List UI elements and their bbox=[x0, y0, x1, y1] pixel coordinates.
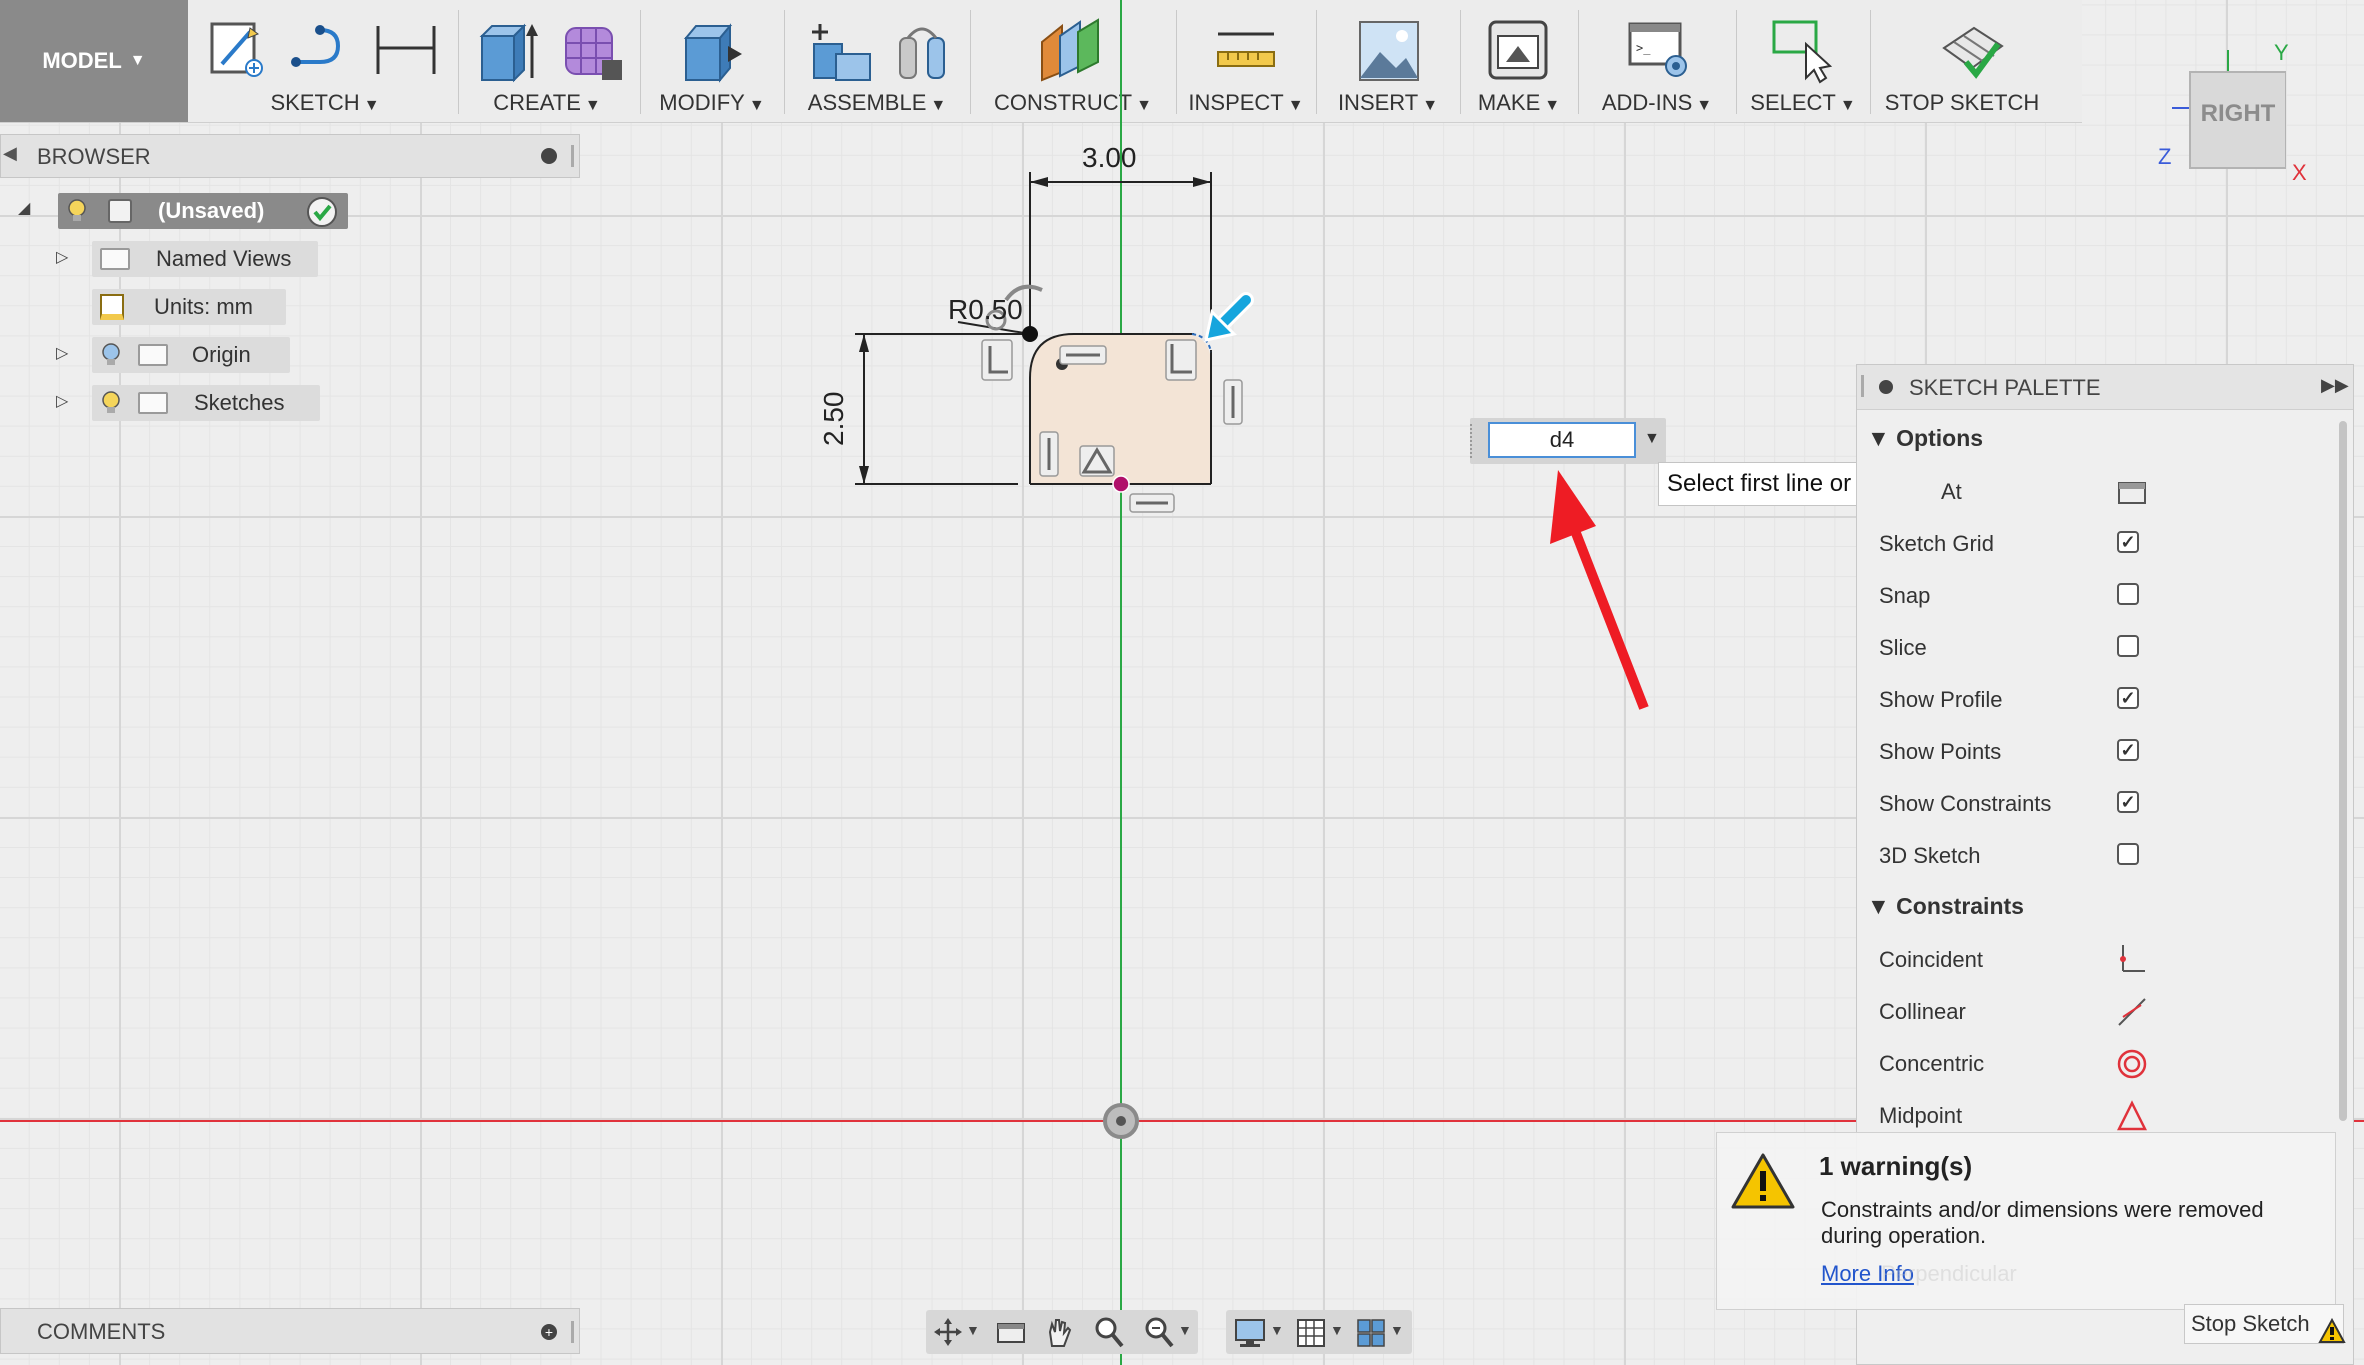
perpendicular-constraint-icon[interactable] bbox=[1165, 339, 1197, 381]
warning-message-line1: Constraints and/or dimensions were remov… bbox=[1821, 1197, 2264, 1222]
constraint-label: Collinear bbox=[1879, 999, 1966, 1024]
palette-title: SKETCH PALETTE bbox=[1909, 375, 2101, 400]
pan-hand-icon[interactable] bbox=[1044, 1316, 1074, 1348]
midpoint-constraint-icon[interactable] bbox=[1079, 445, 1115, 477]
sketch-point[interactable] bbox=[1022, 326, 1038, 342]
width-dimension-value[interactable]: 3.00 bbox=[1082, 142, 1137, 174]
look-at-icon[interactable] bbox=[996, 1320, 1026, 1346]
warning-icon bbox=[2318, 1318, 2346, 1343]
drag-handle-icon[interactable] bbox=[1470, 424, 1480, 458]
perpendicular-constraint-icon[interactable] bbox=[981, 339, 1013, 381]
dimension-arrow bbox=[859, 334, 869, 352]
concentric-icon[interactable] bbox=[2117, 1047, 2149, 1081]
chevron-down-icon[interactable]: ▼ bbox=[1178, 1322, 1192, 1338]
hidden-constraint-label: Perpendicular bbox=[1881, 1261, 2017, 1286]
options-section-label: Options bbox=[1896, 425, 1984, 451]
dimension-value-input[interactable]: d4 bbox=[1488, 422, 1636, 458]
constraint-label: Coincident bbox=[1879, 947, 1983, 972]
option-label: Show Constraints bbox=[1879, 791, 2052, 816]
show-points-checkbox[interactable]: ✓ bbox=[2117, 739, 2139, 761]
display-settings-icon[interactable] bbox=[1234, 1318, 1266, 1348]
look-at-icon[interactable] bbox=[2117, 477, 2147, 507]
warning-icon bbox=[1731, 1153, 1795, 1209]
height-dimension-value[interactable]: 2.50 bbox=[818, 392, 850, 447]
constraint-label: Midpoint bbox=[1879, 1103, 1963, 1128]
constraints-section-label: Constraints bbox=[1896, 893, 2024, 919]
collapse-panel-icon[interactable]: ▶▶ bbox=[2321, 375, 2349, 396]
dimension-arrow bbox=[859, 466, 869, 484]
option-label: 3D Sketch bbox=[1879, 843, 1981, 868]
horizontal-constraint-icon[interactable] bbox=[1059, 345, 1107, 365]
warning-title: 1 warning(s) bbox=[1819, 1151, 1973, 1181]
option-label: Show Points bbox=[1879, 739, 2002, 764]
warning-popup: 1 warning(s) Constraints and/or dimensio… bbox=[1716, 1132, 2336, 1310]
dimension-input-container: d4 ▼ bbox=[1470, 418, 1666, 464]
option-label: Snap bbox=[1879, 583, 1931, 608]
vertical-constraint-icon[interactable] bbox=[1223, 379, 1243, 425]
chevron-down-icon[interactable]: ▼ bbox=[1644, 430, 1660, 448]
option-label: Slice bbox=[1879, 635, 1927, 660]
palette-header[interactable]: SKETCH PALETTE ▶▶ bbox=[1857, 365, 2353, 410]
warning-message-line2: during operation. bbox=[1821, 1223, 1987, 1248]
radius-dimension-value[interactable]: R0.50 bbox=[948, 294, 1023, 326]
chevron-down-icon[interactable]: ▼ bbox=[1390, 1322, 1404, 1338]
constraint-label: Concentric bbox=[1879, 1051, 1985, 1076]
panel-grip-icon[interactable] bbox=[571, 1321, 574, 1343]
red-annotation-arrow bbox=[1550, 470, 1649, 710]
zoom-icon[interactable] bbox=[1094, 1316, 1124, 1348]
vertical-constraint-icon[interactable] bbox=[1039, 431, 1059, 477]
navigation-toolbar: ▼ ▼ bbox=[926, 1310, 1198, 1354]
midpoint-icon[interactable] bbox=[2117, 1099, 2149, 1133]
palette-scrollbar[interactable] bbox=[2339, 421, 2347, 1121]
sketch-grid-checkbox[interactable]: ✓ bbox=[2117, 531, 2139, 553]
fit-icon[interactable] bbox=[1144, 1316, 1174, 1348]
coincident-icon[interactable] bbox=[2117, 943, 2147, 977]
chevron-down-icon[interactable]: ▼ bbox=[1270, 1322, 1284, 1338]
midpoint-point[interactable] bbox=[1112, 475, 1130, 493]
constraints-section-header[interactable]: ▼ Constraints bbox=[1867, 893, 2024, 920]
option-label: Sketch Grid bbox=[1879, 531, 1994, 556]
chevron-down-icon[interactable]: ▼ bbox=[1330, 1322, 1344, 1338]
snap-checkbox[interactable] bbox=[2117, 583, 2139, 605]
slice-checkbox[interactable] bbox=[2117, 635, 2139, 657]
show-constraints-checkbox[interactable]: ✓ bbox=[2117, 791, 2139, 813]
chevron-down-icon[interactable]: ▼ bbox=[966, 1322, 980, 1338]
viewports-icon[interactable] bbox=[1356, 1318, 1386, 1348]
dimension-arrow bbox=[1030, 177, 1048, 187]
option-label: At bbox=[1941, 479, 1962, 504]
collinear-icon[interactable] bbox=[2117, 995, 2147, 1029]
options-section-header[interactable]: ▼ Options bbox=[1867, 425, 1983, 452]
comments-title: COMMENTS bbox=[37, 1319, 166, 1344]
origin-center-dot bbox=[1116, 1116, 1126, 1126]
horizontal-constraint-icon[interactable] bbox=[1129, 493, 1175, 513]
option-label: Show Profile bbox=[1879, 687, 2003, 712]
dimension-arrow bbox=[1193, 177, 1211, 187]
panel-grip-icon[interactable] bbox=[1861, 375, 1864, 397]
add-comment-icon[interactable]: + bbox=[541, 1324, 557, 1340]
3d-sketch-checkbox[interactable] bbox=[2117, 843, 2139, 865]
pin-panel-icon[interactable] bbox=[1879, 380, 1893, 394]
orbit-icon[interactable] bbox=[934, 1318, 962, 1346]
display-settings-toolbar: ▼ ▼ ▼ bbox=[1226, 1310, 1412, 1354]
comments-panel-header[interactable]: COMMENTS + bbox=[0, 1308, 580, 1354]
show-profile-checkbox[interactable]: ✓ bbox=[2117, 687, 2139, 709]
grid-settings-icon[interactable] bbox=[1296, 1318, 1326, 1348]
